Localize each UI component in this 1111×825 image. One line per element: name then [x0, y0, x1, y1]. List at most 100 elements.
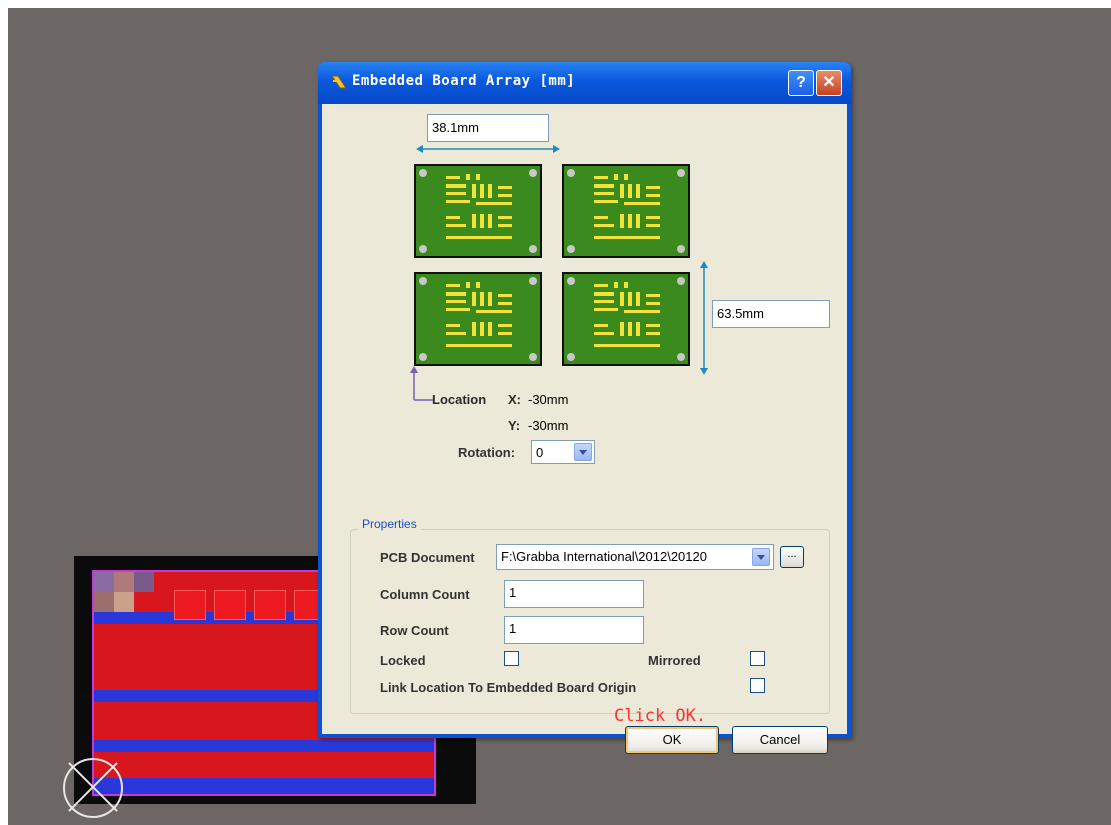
close-button[interactable]: ✕ [816, 70, 842, 96]
board-pad [594, 292, 614, 296]
browse-button[interactable]: ... [780, 546, 804, 568]
embedded-board-array-dialog: Embedded Board Array [mm] ? ✕ 38.1mm 63.… [318, 62, 851, 754]
cancel-button[interactable]: Cancel [732, 726, 828, 754]
rotation-select[interactable]: 0 [531, 440, 595, 464]
board-pad [488, 214, 492, 228]
board-pad [446, 300, 466, 303]
board-pad [476, 310, 512, 313]
mirrored-checkbox[interactable] [750, 651, 765, 666]
mounting-hole [677, 245, 685, 253]
board-pad [594, 176, 608, 179]
array-board-bottom-right [562, 272, 690, 366]
board-pad [594, 332, 614, 335]
board-pad [636, 322, 640, 336]
board-pad [446, 176, 460, 179]
mounting-hole [677, 169, 685, 177]
board-pad [498, 224, 512, 227]
mounting-hole [529, 277, 537, 285]
array-board-bottom-left [414, 272, 542, 366]
board-pad [466, 282, 470, 288]
board-pad [446, 324, 460, 327]
mounting-hole [529, 169, 537, 177]
location-x-label: X: [508, 392, 521, 407]
board-pad [646, 294, 660, 297]
board-pad [636, 214, 640, 228]
pcb-pixel [94, 592, 114, 612]
location-y-label: Y: [508, 418, 521, 433]
board-pad [466, 174, 470, 180]
mounting-hole [419, 353, 427, 361]
dialog-title: Embedded Board Array [mm] [352, 73, 576, 89]
board-pad [446, 344, 512, 347]
board-pad [476, 202, 512, 205]
board-pad [472, 322, 476, 336]
board-pad [646, 332, 660, 335]
board-pad [646, 224, 660, 227]
board-pad [620, 322, 624, 336]
height-dimension-field[interactable]: 63.5mm [712, 300, 830, 328]
board-pad [628, 214, 632, 228]
width-dimension-field[interactable]: 38.1mm [427, 114, 549, 142]
board-pad [646, 194, 660, 197]
link-location-label: Link Location To Embedded Board Origin [380, 680, 637, 695]
board-pad [594, 192, 614, 195]
pcb-pad [174, 590, 206, 620]
board-pad [498, 186, 512, 189]
board-pad [628, 184, 632, 198]
pcb-pad [254, 590, 286, 620]
board-pad [594, 324, 608, 327]
mirrored-label: Mirrored [648, 653, 701, 668]
pcb-trace [94, 740, 434, 752]
rotation-value: 0 [536, 445, 544, 460]
pcb-pixel [114, 592, 134, 612]
pcb-document-select[interactable]: F:\Grabba International\2012\20120 [496, 544, 774, 570]
board-pad [488, 292, 492, 306]
pcb-trace [94, 778, 434, 794]
board-pad [594, 200, 618, 203]
board-pad [446, 200, 470, 203]
chevron-down-icon[interactable] [752, 548, 770, 566]
mounting-hole [419, 169, 427, 177]
mounting-hole [529, 353, 537, 361]
board-pad [594, 300, 614, 303]
locked-checkbox[interactable] [504, 651, 519, 666]
pcb-pixel [134, 572, 154, 592]
row-count-input[interactable]: 1 [504, 616, 644, 644]
pcb-pad [214, 590, 246, 620]
pcb-pixel [114, 572, 134, 592]
board-pad [614, 174, 618, 180]
board-pad [476, 174, 480, 180]
board-pad [620, 292, 624, 306]
board-pad [488, 184, 492, 198]
locked-label: Locked [380, 653, 426, 668]
mounting-hole [419, 245, 427, 253]
board-pad [480, 292, 484, 306]
board-pad [488, 322, 492, 336]
board-pad [498, 332, 512, 335]
board-pad [628, 292, 632, 306]
board-pad [476, 282, 480, 288]
board-pad [594, 284, 608, 287]
board-pad [446, 292, 466, 296]
dialog-body: 38.1mm 63.5mm Location X: -30mm Y: -30mm [322, 104, 847, 754]
help-button[interactable]: ? [788, 70, 814, 96]
column-count-input[interactable]: 1 [504, 580, 644, 608]
board-pad [594, 236, 660, 239]
board-pad [472, 184, 476, 198]
mounting-hole [567, 169, 575, 177]
board-pad [624, 310, 660, 313]
board-pad [628, 322, 632, 336]
chevron-down-icon[interactable] [574, 443, 592, 461]
link-location-checkbox[interactable] [750, 678, 765, 693]
board-pad [446, 192, 466, 195]
row-count-label: Row Count [380, 623, 449, 638]
ok-button[interactable]: OK [625, 726, 719, 754]
mounting-hole [677, 353, 685, 361]
board-pad [472, 292, 476, 306]
pcb-document-label: PCB Document [380, 550, 475, 565]
dialog-titlebar[interactable]: Embedded Board Array [mm] ? ✕ [318, 62, 851, 104]
board-pad [624, 282, 628, 288]
pcb-pixel [94, 572, 114, 592]
board-pad [480, 184, 484, 198]
board-pad [498, 216, 512, 219]
